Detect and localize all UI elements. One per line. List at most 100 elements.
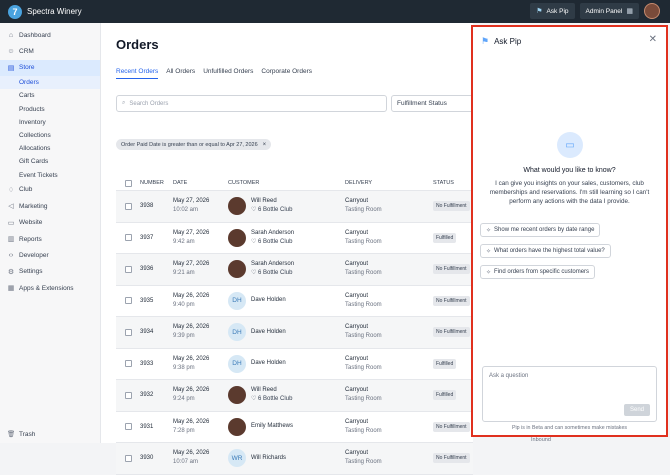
user-avatar[interactable] [644, 3, 660, 19]
customer-name[interactable]: Will Reed [251, 197, 292, 206]
main-content: Orders Recent Orders All Orders Unfulfille… [101, 23, 481, 475]
row-checkbox[interactable] [124, 328, 132, 336]
sidebar-item-crm[interactable]: ☺ CRM [0, 43, 100, 59]
tab-corporate-orders[interactable]: Corporate Orders [261, 68, 312, 79]
tab-all-orders[interactable]: All Orders [166, 68, 195, 79]
table-row[interactable]: 3938 May 27, 2026 10:02 am Will Reed ♡ 6 B… [116, 191, 473, 223]
table-row[interactable]: 3932 May 26, 2026 9:24 pm Will Reed ♡ 6 Bo… [116, 380, 473, 412]
customer-name[interactable]: Dave Holden [251, 328, 286, 337]
fulfillment-status-select[interactable]: Fulfillment Status [391, 95, 481, 112]
close-icon[interactable]: × [263, 142, 267, 148]
sidebar-item-label: Apps & Extensions [19, 284, 74, 292]
sidebar-subitem-gift-cards[interactable]: Gift Cards [0, 155, 100, 168]
sidebar-item-store[interactable]: ▤ Store [0, 59, 100, 77]
suggestion-button[interactable]: ✧ Show me recent orders by date range [480, 223, 601, 237]
store-icon: ▤ [7, 64, 15, 72]
avatar: WR [228, 449, 246, 468]
club-label: ♡ 6 Bottle Club [251, 238, 294, 247]
table-row[interactable]: 3937 May 27, 2026 9:42 am Sarah Anderson ♡… [116, 223, 473, 254]
table-row[interactable]: 3934 May 26, 2026 9:39 pm DH Dave Holden C… [116, 317, 473, 349]
sidebar-subitem-products[interactable]: Products [0, 103, 100, 116]
customer-name[interactable]: Sarah Anderson [251, 260, 294, 269]
table-row[interactable]: 3930 May 26, 2026 10:07 am WR Will Richard… [116, 443, 473, 475]
order-date: May 26, 2026 [173, 355, 210, 362]
table-row[interactable]: 3931 May 26, 2026 7:28 pm Emily Matthews … [116, 412, 473, 443]
sidebar-item-dashboard[interactable]: ⌂ Dashboard [0, 27, 100, 43]
order-number[interactable]: 3937 [140, 235, 173, 241]
row-checkbox[interactable] [124, 423, 132, 431]
avatar [228, 260, 246, 279]
sidebar-item-club[interactable]: ♢ Club [0, 182, 100, 198]
order-date: May 26, 2026 [173, 324, 210, 331]
status-badge: No Fulfillment [433, 327, 470, 338]
select-all-checkbox[interactable] [124, 179, 132, 187]
column-header: STATUS [433, 180, 454, 186]
sidebar-item-trash[interactable]: 🗑 Trash [7, 430, 35, 439]
order-date: May 26, 2026 [173, 387, 210, 394]
sidebar-item-marketing[interactable]: ◁ Marketing [0, 198, 100, 214]
customer-name[interactable]: Emily Matthews [251, 422, 293, 431]
sidebar-item-settings[interactable]: ⚙ Settings [0, 264, 100, 280]
delivery-location: Tasting Room [345, 427, 382, 434]
table-row[interactable]: 3933 May 26, 2026 9:38 pm DH Dave Holden C… [116, 349, 473, 380]
order-number[interactable]: 3933 [140, 361, 173, 367]
status-badge: Fulfilled [433, 390, 457, 401]
suggestion-label: What orders have the highest total value… [494, 248, 605, 254]
order-number[interactable]: 3932 [140, 392, 173, 398]
ask-question-input[interactable]: Ask a question Send [482, 366, 657, 422]
order-number[interactable]: 3935 [140, 298, 173, 304]
grid-icon: ▦ [7, 285, 15, 293]
order-number[interactable]: 3938 [140, 203, 173, 209]
avatar [228, 197, 246, 216]
sidebar-subitem-orders[interactable]: Orders [0, 76, 100, 90]
sidebar-subitem-inventory[interactable]: Inventory [0, 116, 100, 129]
order-number[interactable]: 3934 [140, 329, 173, 335]
customer-name[interactable]: Sarah Anderson [251, 229, 294, 238]
search-input[interactable]: ⌕ Search Orders [116, 95, 387, 112]
row-checkbox[interactable] [124, 297, 132, 305]
customer-name[interactable]: Dave Holden [251, 296, 286, 305]
sidebar-item-developer[interactable]: ‹› Developer [0, 247, 100, 263]
tab-unfulfilled-orders[interactable]: Unfulfilled Orders [203, 68, 253, 79]
logo-icon[interactable]: 7 [8, 4, 22, 19]
order-number[interactable]: 3930 [140, 455, 173, 461]
row-checkbox[interactable] [124, 234, 132, 242]
delivery-location: Tasting Room [345, 459, 382, 466]
customer-name[interactable]: Will Reed [251, 386, 292, 395]
pip-title: Ask Pip [494, 37, 522, 46]
sidebar-item-website[interactable]: ▭ Website [0, 214, 100, 230]
tab-recent-orders[interactable]: Recent Orders [116, 68, 159, 79]
order-time: 10:02 am [173, 207, 199, 214]
status-badge: No Fulfillment [433, 421, 470, 432]
ask-pip-button[interactable]: ⚑ Ask Pip [530, 3, 575, 19]
column-header: DELIVERY [345, 179, 373, 186]
sidebar-item-label: Dashboard [19, 31, 51, 39]
sidebar-subitem-carts[interactable]: Carts [0, 89, 100, 102]
sidebar-subitem-collections[interactable]: Collections [0, 129, 100, 142]
table-row[interactable]: 3936 May 27, 2026 9:21 am Sarah Anderson ♡… [116, 254, 473, 286]
send-button[interactable]: Send [623, 404, 650, 416]
suggestion-button[interactable]: ✧ What orders have the highest total valu… [480, 244, 611, 258]
order-number[interactable]: 3936 [140, 266, 173, 272]
row-checkbox[interactable] [124, 360, 132, 368]
customer-name[interactable]: Dave Holden [251, 359, 286, 368]
sidebar-subitem-allocations[interactable]: Allocations [0, 142, 100, 155]
row-checkbox[interactable] [124, 202, 132, 210]
delivery-method: Carryout [345, 198, 369, 205]
customer-name[interactable]: Will Richards [251, 454, 286, 463]
order-date: May 27, 2026 [173, 229, 210, 236]
order-number[interactable]: 3931 [140, 424, 173, 430]
suggestion-button[interactable]: ✧ Find orders from specific customers [480, 265, 596, 279]
sidebar-item-reports[interactable]: ▥ Reports [0, 231, 100, 247]
admin-panel-button[interactable]: Admin Panel ▦ [579, 3, 639, 19]
table-row[interactable]: 3935 May 26, 2026 9:40 pm DH Dave Holden C… [116, 286, 473, 317]
row-checkbox[interactable] [124, 391, 132, 399]
sidebar-item-label: Reports [19, 235, 42, 243]
status-badge: Fulfilled [433, 232, 457, 243]
row-checkbox[interactable] [124, 265, 132, 273]
row-checkbox[interactable] [124, 454, 132, 462]
sidebar-item-apps-extensions[interactable]: ▦ Apps & Extensions [0, 280, 100, 296]
close-icon[interactable]: ✕ [649, 34, 657, 45]
sidebar-subitem-event-tickets[interactable]: Event Tickets [0, 168, 100, 181]
status-badge: No Fulfillment [433, 201, 470, 212]
